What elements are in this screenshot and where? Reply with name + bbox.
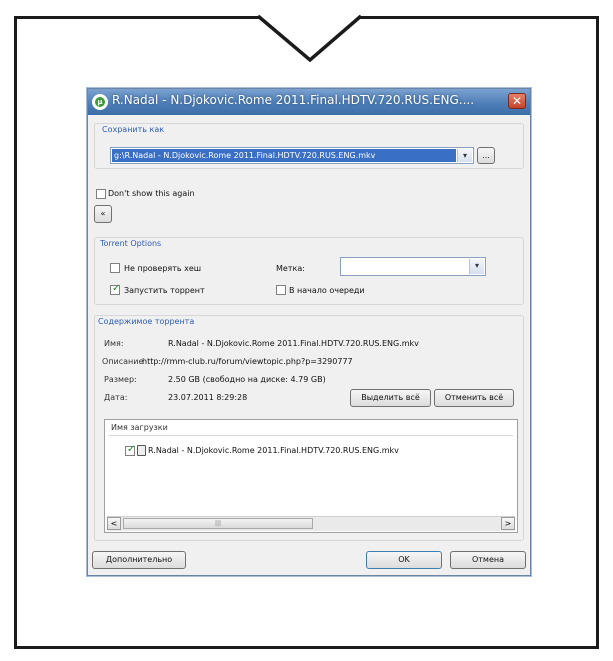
- advanced-button[interactable]: Дополнительно: [92, 551, 186, 569]
- start-torrent-checkbox[interactable]: [110, 283, 120, 295]
- date-value: 23.07.2011 8:29:28: [168, 393, 248, 402]
- torrent-contents-legend: Содержимое торрента: [98, 317, 195, 326]
- add-torrent-dialog: µ R.Nadal - N.Djokovic.Rome 2011.Final.H…: [87, 88, 531, 576]
- select-all-button[interactable]: Выделить всё: [350, 389, 431, 407]
- skip-hash-checkbox[interactable]: [110, 263, 120, 273]
- label-combo[interactable]: ▾: [340, 257, 486, 276]
- torrent-options-legend: Torrent Options: [100, 239, 162, 248]
- file-name[interactable]: R.Nadal - N.Djokovic.Rome 2011.Final.HDT…: [148, 446, 399, 455]
- chevron-down-icon[interactable]: ▾: [457, 149, 472, 162]
- save-as-legend: Сохранить как: [102, 125, 165, 134]
- date-label: Дата:: [104, 393, 128, 402]
- queue-top-label: В начало очереди: [289, 286, 365, 295]
- file-list[interactable]: Имя загрузки R.Nadal - N.Djokovic.Rome 2…: [104, 419, 518, 533]
- save-path-input[interactable]: g:\R.Nadal - N.Djokovic.Rome 2011.Final.…: [112, 149, 456, 162]
- browse-button[interactable]: ...: [477, 147, 495, 164]
- size-value: 2.50 GB (свободно на диске: 4.79 GB): [168, 375, 326, 384]
- file-icon: [137, 445, 146, 456]
- cancel-button[interactable]: Отмена: [450, 551, 526, 569]
- size-label: Размер:: [104, 375, 137, 384]
- file-checkbox[interactable]: [125, 444, 135, 456]
- scroll-left-button[interactable]: <: [107, 517, 121, 530]
- file-list-header: Имя загрузки: [111, 423, 168, 432]
- skip-hash-label: Не проверять хеш: [124, 264, 202, 273]
- horizontal-scrollbar[interactable]: < ||| >: [107, 516, 515, 531]
- name-label: Имя:: [104, 339, 124, 348]
- ok-button[interactable]: OK: [366, 551, 442, 569]
- dont-show-checkbox[interactable]: [96, 189, 106, 199]
- name-value: R.Nadal - N.Djokovic.Rome 2011.Final.HDT…: [168, 339, 419, 348]
- scroll-right-button[interactable]: >: [501, 517, 515, 530]
- description-value: http://rmm-club.ru/forum/viewtopic.php?p…: [142, 357, 353, 366]
- collapse-button[interactable]: «: [94, 205, 112, 223]
- start-torrent-label: Запустить торрент: [124, 286, 205, 295]
- description-label: Описание: [102, 357, 144, 366]
- save-path-combo[interactable]: g:\R.Nadal - N.Djokovic.Rome 2011.Final.…: [110, 147, 474, 164]
- frame-notch: [256, 14, 363, 63]
- window-title: R.Nadal - N.Djokovic.Rome 2011.Final.HDT…: [112, 93, 475, 107]
- chevron-down-icon[interactable]: ▾: [469, 259, 484, 274]
- app-icon: µ: [92, 94, 108, 110]
- queue-top-checkbox[interactable]: [276, 285, 286, 295]
- dont-show-label: Don't show this again: [108, 189, 195, 198]
- scroll-thumb[interactable]: |||: [123, 518, 313, 529]
- title-bar[interactable]: µ R.Nadal - N.Djokovic.Rome 2011.Final.H…: [88, 89, 530, 115]
- deselect-all-button[interactable]: Отменить всё: [434, 389, 514, 407]
- close-button[interactable]: ✕: [508, 93, 526, 109]
- header-divider: [109, 435, 513, 436]
- label-field-label: Метка:: [276, 264, 305, 273]
